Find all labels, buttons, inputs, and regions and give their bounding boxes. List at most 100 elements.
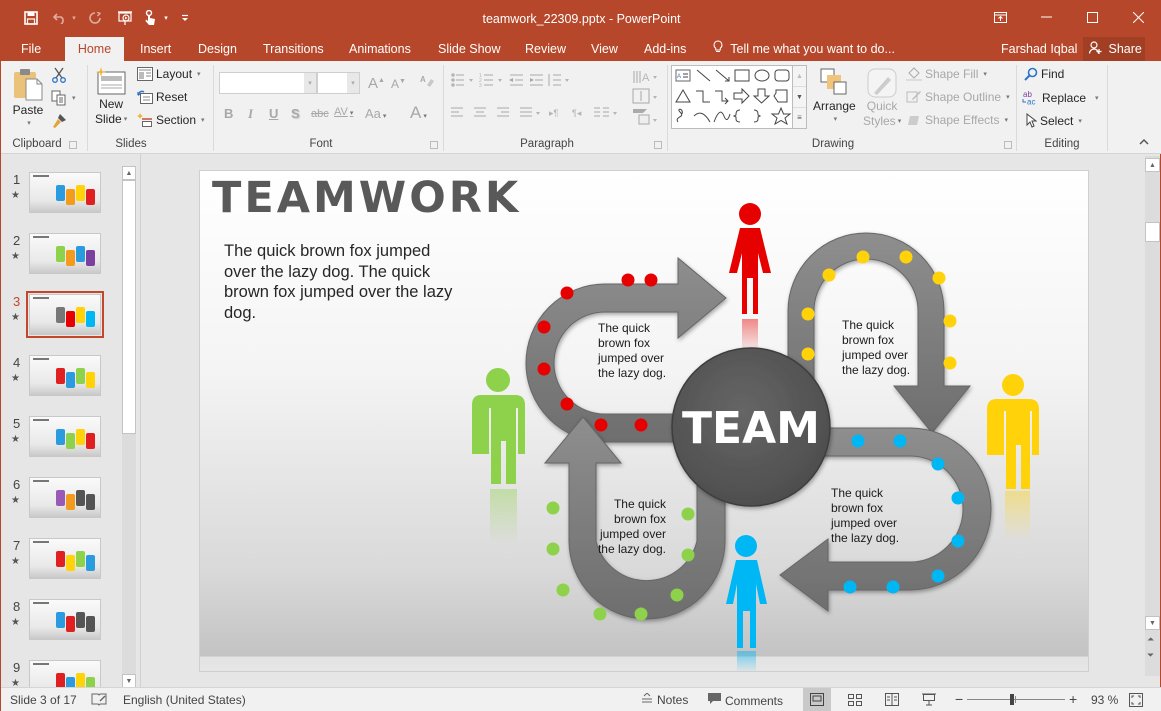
- reset-button[interactable]: Reset: [137, 90, 187, 104]
- animation-star-icon[interactable]: ★: [11, 617, 20, 628]
- close-button[interactable]: [1115, 1, 1161, 33]
- copy-button[interactable]: ▾: [51, 90, 76, 106]
- clear-formatting-button[interactable]: A: [419, 73, 435, 92]
- normal-view-button[interactable]: [803, 688, 831, 711]
- fit-to-window-button[interactable]: [1129, 693, 1143, 707]
- gallery-down-icon[interactable]: ▼: [793, 87, 806, 108]
- gallery-more-icon[interactable]: ≡: [793, 108, 806, 128]
- scroll-down-icon[interactable]: ▼: [122, 674, 136, 688]
- tab-home[interactable]: Home: [65, 37, 124, 61]
- clipboard-dialog-launcher[interactable]: [69, 141, 77, 149]
- collapse-ribbon-button[interactable]: [1139, 137, 1149, 148]
- slide-thumbnail-4[interactable]: [29, 355, 101, 396]
- find-button[interactable]: Find: [1024, 67, 1064, 81]
- thumbnails-scrollbar[interactable]: ▲ ▼: [122, 166, 136, 688]
- zoom-out-button[interactable]: −: [955, 691, 963, 707]
- tab-slide-show[interactable]: Slide Show: [428, 37, 511, 61]
- slide-thumbnail-7[interactable]: [29, 538, 101, 579]
- format-painter-button[interactable]: [51, 113, 67, 129]
- scroll-up-icon[interactable]: ▲: [1145, 158, 1160, 172]
- drawing-dialog-launcher[interactable]: [1004, 141, 1012, 149]
- font-size-dropdown-icon[interactable]: ▾: [347, 73, 359, 93]
- shapes-gallery-scroll[interactable]: ▲ ▼ ≡: [793, 65, 807, 129]
- tell-me-search[interactable]: Tell me what you want to do...: [713, 37, 895, 61]
- callout-yellow[interactable]: The quick brown fox jumped over the lazy do…: [842, 318, 910, 378]
- strikethrough-button[interactable]: abc: [311, 108, 329, 120]
- slide-thumbnail-1[interactable]: [29, 172, 101, 213]
- shape-outline-button[interactable]: Shape Outline ▾: [906, 90, 1010, 104]
- animation-star-icon[interactable]: ★: [11, 312, 20, 323]
- italic-button[interactable]: I: [248, 106, 253, 122]
- animation-star-icon[interactable]: ★: [11, 556, 20, 567]
- gallery-up-icon[interactable]: ▲: [793, 66, 806, 87]
- comments-button[interactable]: Comments: [708, 693, 783, 708]
- change-case-button[interactable]: Aa ▾: [365, 106, 386, 121]
- font-dialog-launcher[interactable]: [430, 141, 438, 149]
- underline-button[interactable]: U: [269, 106, 278, 121]
- shape-effects-button[interactable]: Shape Effects ▾: [906, 113, 1008, 127]
- animation-star-icon[interactable]: ★: [11, 434, 20, 445]
- grow-font-button[interactable]: A▲: [368, 75, 385, 92]
- scroll-down-icon[interactable]: ▼: [1145, 616, 1160, 630]
- zoom-level[interactable]: 93 %: [1091, 693, 1118, 707]
- section-button[interactable]: Section ▾: [137, 113, 205, 127]
- shadow-button[interactable]: S: [291, 106, 300, 121]
- slide-canvas[interactable]: TEAMWORK The quick brown fox jumped over…: [199, 170, 1089, 672]
- shape-fill-button[interactable]: Shape Fill ▾: [906, 67, 987, 81]
- cut-button[interactable]: [51, 67, 67, 83]
- select-button[interactable]: Select ▾: [1025, 113, 1082, 128]
- bold-button[interactable]: B: [224, 106, 233, 121]
- scroll-thumb[interactable]: [1145, 222, 1160, 242]
- animation-star-icon[interactable]: ★: [11, 373, 20, 384]
- slide-thumbnail-3[interactable]: [26, 291, 104, 338]
- tab-add-ins[interactable]: Add-ins: [634, 37, 696, 61]
- zoom-slider-knob[interactable]: [1010, 694, 1015, 705]
- replace-button[interactable]: ab ac Replace ▾: [1022, 90, 1099, 105]
- callout-green[interactable]: The quick brown fox jumped over the lazy do…: [594, 497, 666, 557]
- tab-transitions[interactable]: Transitions: [253, 37, 334, 61]
- tab-view[interactable]: View: [581, 37, 628, 61]
- previous-slide-button[interactable]: ⏶: [1147, 634, 1154, 645]
- tab-animations[interactable]: Animations: [339, 37, 421, 61]
- paste-button[interactable]: Paste ▾: [11, 67, 45, 127]
- zoom-slider-track[interactable]: [967, 699, 1065, 700]
- shrink-font-button[interactable]: A▼: [391, 77, 406, 91]
- character-spacing-button[interactable]: AV ▾: [334, 106, 353, 118]
- slide-sorter-button[interactable]: [841, 688, 869, 711]
- slide-counter[interactable]: Slide 3 of 17: [10, 693, 77, 707]
- notes-button[interactable]: Notes: [641, 692, 688, 707]
- callout-red[interactable]: The quick brown fox jumped over the lazy do…: [598, 321, 666, 381]
- animation-star-icon[interactable]: ★: [11, 190, 20, 201]
- tab-design[interactable]: Design: [188, 37, 247, 61]
- font-name-dropdown-icon[interactable]: ▾: [304, 73, 316, 93]
- paragraph-dialog-launcher[interactable]: [654, 141, 662, 149]
- tab-file[interactable]: File: [11, 37, 51, 61]
- tab-insert[interactable]: Insert: [130, 37, 181, 61]
- font-color-button[interactable]: A ▾: [410, 103, 427, 123]
- scroll-up-icon[interactable]: ▲: [122, 166, 136, 180]
- animation-star-icon[interactable]: ★: [11, 495, 20, 506]
- slide-thumbnail-2[interactable]: [29, 233, 101, 274]
- shapes-gallery[interactable]: A: [671, 65, 793, 129]
- tab-review[interactable]: Review: [515, 37, 576, 61]
- maximize-button[interactable]: [1069, 1, 1115, 33]
- callout-blue[interactable]: The quick brown fox jumped over the lazy do…: [831, 486, 899, 546]
- user-account[interactable]: Farshad Iqbal: [1001, 37, 1077, 61]
- reading-view-button[interactable]: [878, 688, 906, 711]
- slide-thumbnail-6[interactable]: [29, 477, 101, 518]
- zoom-in-button[interactable]: +: [1069, 691, 1077, 707]
- minimize-button[interactable]: [1023, 1, 1069, 33]
- slide-vertical-scrollbar[interactable]: ▲ ▼ ⏶ ⏷: [1145, 156, 1160, 676]
- next-slide-button[interactable]: ⏷: [1147, 650, 1154, 661]
- font-name-combobox[interactable]: ▾: [219, 72, 317, 94]
- layout-button[interactable]: Layout ▾: [137, 67, 201, 81]
- new-slide-button[interactable]: New Slide ▾: [95, 67, 127, 127]
- arrange-button[interactable]: Arrange ▾: [813, 67, 856, 123]
- slide-thumbnail-8[interactable]: [29, 599, 101, 640]
- slide-show-button[interactable]: [915, 688, 943, 711]
- animation-star-icon[interactable]: ★: [11, 251, 20, 262]
- thumbnails-scroll-thumb[interactable]: [122, 180, 136, 434]
- font-size-combobox[interactable]: ▾: [317, 72, 360, 94]
- ribbon-display-options-button[interactable]: [977, 1, 1023, 33]
- share-button[interactable]: Share: [1083, 37, 1145, 61]
